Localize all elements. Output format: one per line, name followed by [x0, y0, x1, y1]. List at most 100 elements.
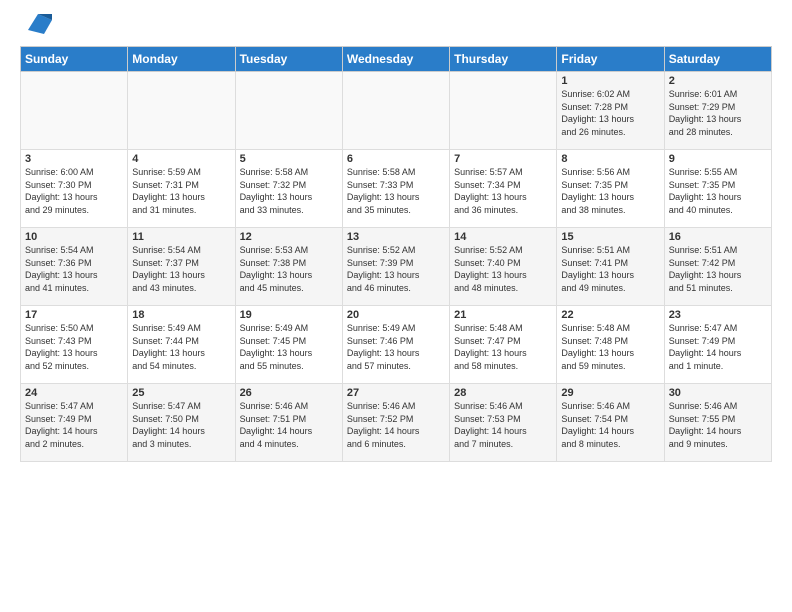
- day-number: 20: [347, 309, 445, 321]
- day-info: Sunrise: 5:53 AM Sunset: 7:38 PM Dayligh…: [240, 244, 338, 294]
- day-cell: 1Sunrise: 6:02 AM Sunset: 7:28 PM Daylig…: [557, 72, 664, 150]
- weekday-thursday: Thursday: [450, 47, 557, 72]
- day-info: Sunrise: 5:50 AM Sunset: 7:43 PM Dayligh…: [25, 322, 123, 372]
- day-number: 1: [561, 75, 659, 87]
- day-info: Sunrise: 5:46 AM Sunset: 7:51 PM Dayligh…: [240, 400, 338, 450]
- day-cell: 26Sunrise: 5:46 AM Sunset: 7:51 PM Dayli…: [235, 384, 342, 462]
- day-cell: 3Sunrise: 6:00 AM Sunset: 7:30 PM Daylig…: [21, 150, 128, 228]
- week-row-3: 10Sunrise: 5:54 AM Sunset: 7:36 PM Dayli…: [21, 228, 772, 306]
- day-info: Sunrise: 5:56 AM Sunset: 7:35 PM Dayligh…: [561, 166, 659, 216]
- day-number: 6: [347, 153, 445, 165]
- day-cell: 5Sunrise: 5:58 AM Sunset: 7:32 PM Daylig…: [235, 150, 342, 228]
- day-info: Sunrise: 5:46 AM Sunset: 7:52 PM Dayligh…: [347, 400, 445, 450]
- day-cell: 20Sunrise: 5:49 AM Sunset: 7:46 PM Dayli…: [342, 306, 449, 384]
- day-info: Sunrise: 5:58 AM Sunset: 7:33 PM Dayligh…: [347, 166, 445, 216]
- calendar: SundayMondayTuesdayWednesdayThursdayFrid…: [20, 46, 772, 462]
- day-cell: 18Sunrise: 5:49 AM Sunset: 7:44 PM Dayli…: [128, 306, 235, 384]
- day-cell: 6Sunrise: 5:58 AM Sunset: 7:33 PM Daylig…: [342, 150, 449, 228]
- day-number: 2: [669, 75, 767, 87]
- day-number: 29: [561, 387, 659, 399]
- day-info: Sunrise: 5:57 AM Sunset: 7:34 PM Dayligh…: [454, 166, 552, 216]
- day-cell: 10Sunrise: 5:54 AM Sunset: 7:36 PM Dayli…: [21, 228, 128, 306]
- day-cell: 17Sunrise: 5:50 AM Sunset: 7:43 PM Dayli…: [21, 306, 128, 384]
- day-cell: 4Sunrise: 5:59 AM Sunset: 7:31 PM Daylig…: [128, 150, 235, 228]
- day-number: 3: [25, 153, 123, 165]
- day-cell: [450, 72, 557, 150]
- day-number: 30: [669, 387, 767, 399]
- week-row-5: 24Sunrise: 5:47 AM Sunset: 7:49 PM Dayli…: [21, 384, 772, 462]
- day-cell: 15Sunrise: 5:51 AM Sunset: 7:41 PM Dayli…: [557, 228, 664, 306]
- day-info: Sunrise: 5:49 AM Sunset: 7:44 PM Dayligh…: [132, 322, 230, 372]
- day-number: 19: [240, 309, 338, 321]
- day-info: Sunrise: 6:00 AM Sunset: 7:30 PM Dayligh…: [25, 166, 123, 216]
- day-number: 12: [240, 231, 338, 243]
- day-cell: 25Sunrise: 5:47 AM Sunset: 7:50 PM Dayli…: [128, 384, 235, 462]
- day-cell: [342, 72, 449, 150]
- day-info: Sunrise: 5:49 AM Sunset: 7:45 PM Dayligh…: [240, 322, 338, 372]
- day-cell: 2Sunrise: 6:01 AM Sunset: 7:29 PM Daylig…: [664, 72, 771, 150]
- day-info: Sunrise: 5:47 AM Sunset: 7:49 PM Dayligh…: [25, 400, 123, 450]
- day-info: Sunrise: 5:48 AM Sunset: 7:48 PM Dayligh…: [561, 322, 659, 372]
- day-number: 25: [132, 387, 230, 399]
- day-number: 8: [561, 153, 659, 165]
- day-cell: 29Sunrise: 5:46 AM Sunset: 7:54 PM Dayli…: [557, 384, 664, 462]
- day-cell: [21, 72, 128, 150]
- day-cell: [128, 72, 235, 150]
- day-info: Sunrise: 5:49 AM Sunset: 7:46 PM Dayligh…: [347, 322, 445, 372]
- day-cell: 8Sunrise: 5:56 AM Sunset: 7:35 PM Daylig…: [557, 150, 664, 228]
- day-cell: 14Sunrise: 5:52 AM Sunset: 7:40 PM Dayli…: [450, 228, 557, 306]
- weekday-saturday: Saturday: [664, 47, 771, 72]
- day-info: Sunrise: 5:55 AM Sunset: 7:35 PM Dayligh…: [669, 166, 767, 216]
- day-info: Sunrise: 5:46 AM Sunset: 7:54 PM Dayligh…: [561, 400, 659, 450]
- day-number: 9: [669, 153, 767, 165]
- day-info: Sunrise: 5:48 AM Sunset: 7:47 PM Dayligh…: [454, 322, 552, 372]
- day-number: 18: [132, 309, 230, 321]
- day-info: Sunrise: 5:52 AM Sunset: 7:39 PM Dayligh…: [347, 244, 445, 294]
- day-info: Sunrise: 5:52 AM Sunset: 7:40 PM Dayligh…: [454, 244, 552, 294]
- day-info: Sunrise: 5:51 AM Sunset: 7:42 PM Dayligh…: [669, 244, 767, 294]
- day-number: 7: [454, 153, 552, 165]
- day-info: Sunrise: 5:51 AM Sunset: 7:41 PM Dayligh…: [561, 244, 659, 294]
- day-number: 27: [347, 387, 445, 399]
- day-number: 16: [669, 231, 767, 243]
- day-cell: 24Sunrise: 5:47 AM Sunset: 7:49 PM Dayli…: [21, 384, 128, 462]
- day-number: 17: [25, 309, 123, 321]
- day-number: 14: [454, 231, 552, 243]
- day-number: 22: [561, 309, 659, 321]
- day-cell: 23Sunrise: 5:47 AM Sunset: 7:49 PM Dayli…: [664, 306, 771, 384]
- day-cell: 22Sunrise: 5:48 AM Sunset: 7:48 PM Dayli…: [557, 306, 664, 384]
- weekday-wednesday: Wednesday: [342, 47, 449, 72]
- day-cell: 28Sunrise: 5:46 AM Sunset: 7:53 PM Dayli…: [450, 384, 557, 462]
- day-cell: 11Sunrise: 5:54 AM Sunset: 7:37 PM Dayli…: [128, 228, 235, 306]
- day-cell: 30Sunrise: 5:46 AM Sunset: 7:55 PM Dayli…: [664, 384, 771, 462]
- day-info: Sunrise: 5:46 AM Sunset: 7:55 PM Dayligh…: [669, 400, 767, 450]
- day-info: Sunrise: 5:47 AM Sunset: 7:50 PM Dayligh…: [132, 400, 230, 450]
- day-cell: 9Sunrise: 5:55 AM Sunset: 7:35 PM Daylig…: [664, 150, 771, 228]
- day-cell: 13Sunrise: 5:52 AM Sunset: 7:39 PM Dayli…: [342, 228, 449, 306]
- day-number: 26: [240, 387, 338, 399]
- weekday-sunday: Sunday: [21, 47, 128, 72]
- week-row-2: 3Sunrise: 6:00 AM Sunset: 7:30 PM Daylig…: [21, 150, 772, 228]
- day-number: 23: [669, 309, 767, 321]
- day-cell: 7Sunrise: 5:57 AM Sunset: 7:34 PM Daylig…: [450, 150, 557, 228]
- day-info: Sunrise: 6:01 AM Sunset: 7:29 PM Dayligh…: [669, 88, 767, 138]
- day-cell: 21Sunrise: 5:48 AM Sunset: 7:47 PM Dayli…: [450, 306, 557, 384]
- day-number: 24: [25, 387, 123, 399]
- weekday-monday: Monday: [128, 47, 235, 72]
- day-info: Sunrise: 5:54 AM Sunset: 7:37 PM Dayligh…: [132, 244, 230, 294]
- day-cell: [235, 72, 342, 150]
- day-info: Sunrise: 5:47 AM Sunset: 7:49 PM Dayligh…: [669, 322, 767, 372]
- day-cell: 27Sunrise: 5:46 AM Sunset: 7:52 PM Dayli…: [342, 384, 449, 462]
- day-info: Sunrise: 5:59 AM Sunset: 7:31 PM Dayligh…: [132, 166, 230, 216]
- weekday-friday: Friday: [557, 47, 664, 72]
- day-info: Sunrise: 5:58 AM Sunset: 7:32 PM Dayligh…: [240, 166, 338, 216]
- logo-icon: [24, 10, 52, 38]
- day-number: 28: [454, 387, 552, 399]
- day-cell: 16Sunrise: 5:51 AM Sunset: 7:42 PM Dayli…: [664, 228, 771, 306]
- day-number: 21: [454, 309, 552, 321]
- day-number: 13: [347, 231, 445, 243]
- day-number: 11: [132, 231, 230, 243]
- week-row-1: 1Sunrise: 6:02 AM Sunset: 7:28 PM Daylig…: [21, 72, 772, 150]
- logo: [20, 20, 52, 38]
- day-info: Sunrise: 5:46 AM Sunset: 7:53 PM Dayligh…: [454, 400, 552, 450]
